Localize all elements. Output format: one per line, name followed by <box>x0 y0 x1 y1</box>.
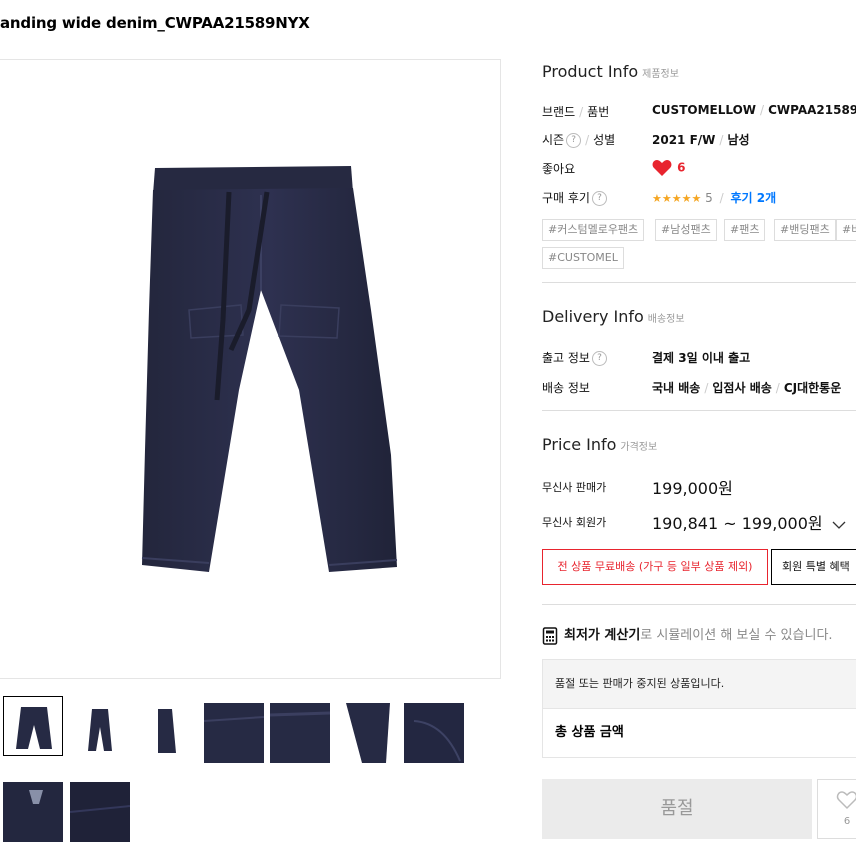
ship-value: 결제 3일 이내 출고 <box>652 351 751 365</box>
thumbnail-6[interactable] <box>338 703 398 763</box>
like-count: 6 <box>843 816 851 827</box>
gender-label: 성별 <box>593 133 616 147</box>
sold-out-button[interactable]: 품절 <box>542 779 812 839</box>
price-info-title: Price Info <box>542 435 617 454</box>
thumbnail-7[interactable] <box>404 703 464 763</box>
tag-item[interactable]: #CUSTOMEL <box>542 247 624 269</box>
likes-count: 6 <box>677 160 686 175</box>
likes-label: 좋아요 <box>542 162 576 176</box>
thumbnail-1[interactable] <box>3 696 63 756</box>
sale-price-label: 무신사 판매가 <box>542 481 607 494</box>
delivery-info-sub: 배송정보 <box>647 314 685 325</box>
thumb-leg-icon <box>346 703 390 763</box>
thumbnail-3[interactable] <box>136 703 196 763</box>
tag-item[interactable]: #팬츠 <box>724 219 766 241</box>
member-benefit-button[interactable]: 회원 특별 혜택 <box>771 549 856 585</box>
season-value: 2021 F/W <box>652 133 716 147</box>
member-price-value: 190,841 ~ 199,000원 <box>652 514 823 533</box>
help-icon[interactable]: ? <box>591 191 607 206</box>
review-label: 구매 후기 <box>542 191 590 205</box>
rating-value: 5 <box>705 191 713 205</box>
review-count-link[interactable]: 후기 2개 <box>730 191 776 205</box>
brand-label-row: 브랜드 / 품번 <box>542 105 610 119</box>
thumbnail-2[interactable] <box>70 703 130 763</box>
item-code-value: CWPAA21589NYX <box>768 103 856 117</box>
product-title: anding wide denim_CWPAA21589NYX <box>0 14 310 32</box>
price-info-header: Price Info 가격정보 <box>542 435 657 454</box>
thumb-waist-icon <box>270 703 330 763</box>
free-shipping-button[interactable]: 전 상품 무료배송 (가구 등 일부 상품 제외) <box>542 549 768 585</box>
price-info-sub: 가격정보 <box>620 442 658 453</box>
season-label: 시즌 <box>542 133 565 147</box>
thumb-pocket-icon <box>404 703 464 763</box>
heart-outline-icon <box>836 791 856 810</box>
like-button[interactable]: 6 <box>817 779 856 839</box>
calculator-label: 최저가 계산기 <box>564 628 641 643</box>
method-vendor: 입점사 배송 <box>712 381 772 395</box>
thumbnail-8[interactable] <box>3 782 63 842</box>
method-value-row: 국내 배송 / 입점사 배송 / CJ대한통운 <box>652 381 842 395</box>
brand-value[interactable]: CUSTOMELLOW <box>652 103 756 117</box>
calculator-icon <box>542 626 558 645</box>
tag-item[interactable]: #바 <box>836 219 856 241</box>
main-product-image <box>0 59 501 679</box>
review-label-row: 구매 후기? <box>542 189 607 206</box>
rating-stars: ★★★★★ <box>652 192 702 205</box>
method-courier: CJ대한통운 <box>783 381 842 395</box>
thumb-fabric-icon <box>3 782 63 842</box>
delivery-info-title: Delivery Info <box>542 307 644 326</box>
tag-item[interactable]: #밴딩팬츠 <box>774 219 836 241</box>
sold-out-notice: 품절 또는 판매가 중지된 상품입니다. <box>542 659 856 709</box>
product-info-sub: 제품정보 <box>642 69 679 80</box>
item-code-label: 품번 <box>587 105 610 119</box>
ship-label: 출고 정보 <box>542 351 590 365</box>
member-price-label: 무신사 회원가 <box>542 516 607 529</box>
thumbnail-9[interactable] <box>70 782 130 842</box>
calculator-desc: 로 시뮬레이션 해 보실 수 있습니다. <box>640 628 833 643</box>
member-price-row[interactable]: 190,841 ~ 199,000원 <box>652 510 846 534</box>
total-price-label: 총 상품 금액 <box>542 708 856 758</box>
divider <box>542 282 856 283</box>
heart-icon <box>652 159 672 176</box>
method-domestic: 국내 배송 <box>652 381 701 395</box>
delivery-info-header: Delivery Info 배송정보 <box>542 307 685 326</box>
thumbnail-4[interactable] <box>204 703 264 763</box>
method-label: 배송 정보 <box>542 381 590 395</box>
tag-item[interactable]: #남성팬츠 <box>655 219 717 241</box>
thumbnail-5[interactable] <box>270 703 330 763</box>
season-label-row: 시즌? / 성별 <box>542 133 616 148</box>
tag-item[interactable]: #커스텀멜로우팬츠 <box>542 219 645 241</box>
gender-value: 남성 <box>727 133 750 147</box>
divider <box>542 604 856 605</box>
ship-label-row: 출고 정보? <box>542 349 607 366</box>
thumb-fabric-icon <box>70 782 130 842</box>
help-icon[interactable]: ? <box>591 351 607 366</box>
help-icon[interactable]: ? <box>566 133 582 148</box>
chevron-down-icon <box>832 521 846 529</box>
thumb-pants-icon <box>16 707 52 749</box>
sale-price-value: 199,000원 <box>652 479 733 498</box>
thumb-waist-icon <box>204 703 264 763</box>
price-calculator-row[interactable]: 최저가 계산기로 시뮬레이션 해 보실 수 있습니다. <box>542 624 833 645</box>
season-value-row: 2021 F/W / 남성 <box>652 133 750 147</box>
thumb-pants-side-icon <box>158 709 176 753</box>
review-value-row: ★★★★★ 5 / 후기 2개 <box>652 191 777 205</box>
divider <box>542 410 856 411</box>
brand-value-row: CUSTOMELLOW/CWPAA21589NYX <box>652 103 856 117</box>
product-info-header: Product Info 제품정보 <box>542 62 679 81</box>
brand-label: 브랜드 <box>542 105 576 119</box>
likes-value-row[interactable]: 6 <box>652 157 685 177</box>
thumb-pants-icon <box>88 709 112 751</box>
product-info-title: Product Info <box>542 62 639 81</box>
pants-image <box>141 166 398 572</box>
